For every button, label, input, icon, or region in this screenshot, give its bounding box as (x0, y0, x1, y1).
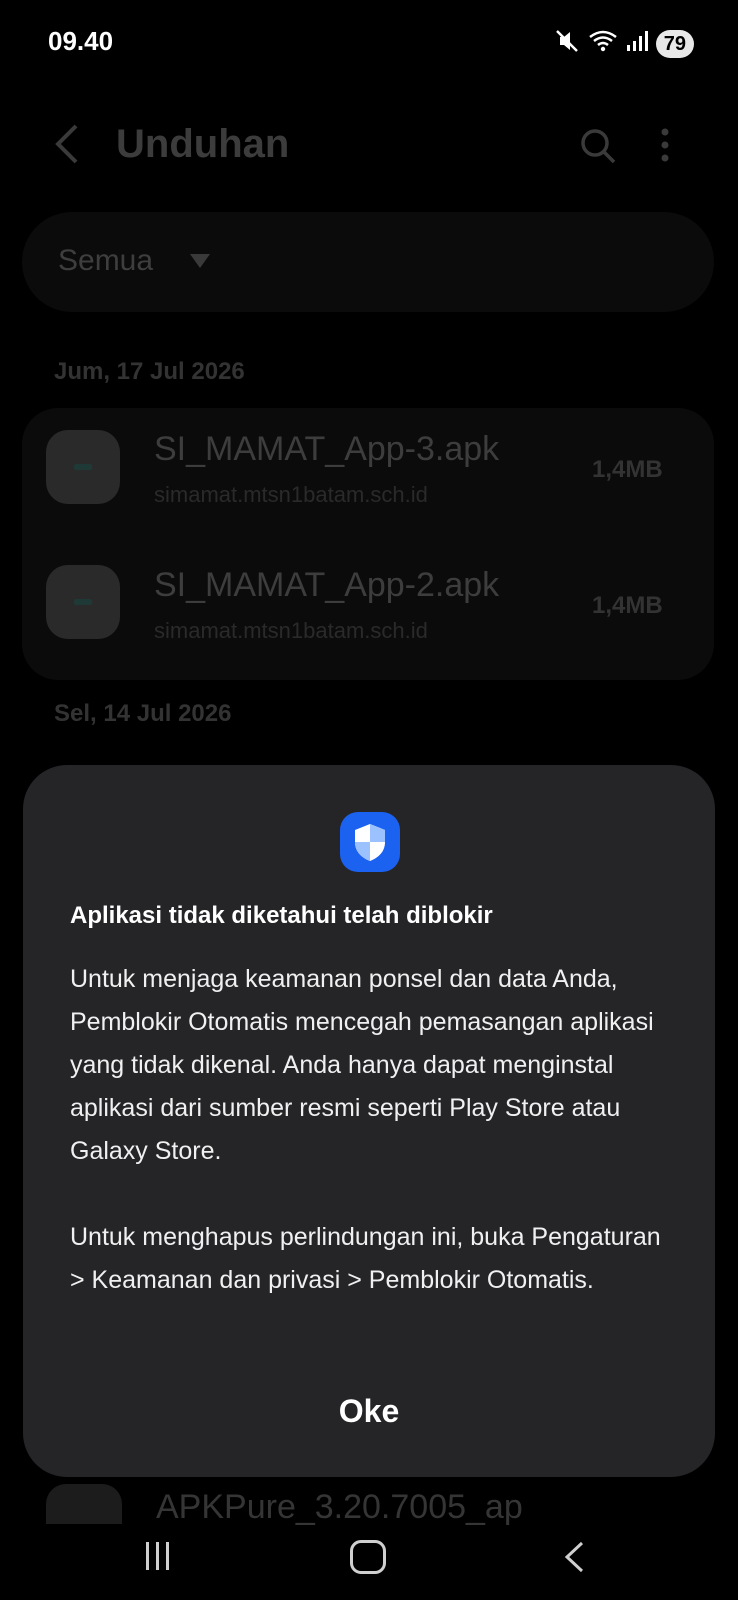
dialog-message: Untuk menjaga keamanan ponsel dan data A… (70, 965, 654, 1165)
dialog-title: Aplikasi tidak diketahui telah diblokir (70, 902, 493, 929)
apk-file-icon (46, 430, 120, 504)
signal-icon (626, 30, 648, 57)
file-size: 1,4MB (592, 456, 663, 483)
dialog-instructions: Untuk menghapus perlindungan ini, buka P… (70, 1223, 661, 1294)
file-size: 1,4MB (592, 592, 663, 619)
filter-label: Semua (58, 244, 154, 277)
file-source: simamat.mtsn1batam.sch.id (154, 618, 428, 643)
recents-icon (146, 1542, 149, 1570)
ok-button[interactable]: Oke (23, 1376, 715, 1446)
file-name[interactable]: APKPure_3.20.7005_ap (156, 1488, 523, 1527)
chevron-down-icon (190, 254, 210, 268)
section-date: Jum, 17 Jul 2026 (54, 358, 245, 385)
status-time: 09.40 (48, 26, 114, 56)
dialog-body: Untuk menjaga keamanan ponsel dan data A… (70, 958, 680, 1345)
mute-icon (554, 28, 580, 59)
status-icons: 79 (554, 28, 694, 59)
shield-icon (340, 812, 400, 872)
apk-file-icon (46, 1484, 122, 1524)
back-arrow-icon[interactable] (52, 122, 82, 171)
search-icon[interactable] (578, 126, 618, 171)
file-source: simamat.mtsn1batam.sch.id (154, 482, 428, 507)
back-button[interactable] (562, 1540, 586, 1579)
more-options-icon[interactable] (660, 128, 670, 167)
page-title: Unduhan (116, 122, 290, 166)
recents-button[interactable] (146, 1542, 174, 1570)
section-date: Sel, 14 Jul 2026 (54, 700, 232, 727)
battery-indicator: 79 (655, 29, 694, 58)
file-name[interactable]: SI_MAMAT_App-3.apk (154, 430, 499, 469)
home-button[interactable] (350, 1540, 386, 1574)
wifi-icon (588, 29, 618, 58)
file-name[interactable]: SI_MAMAT_App-2.apk (154, 566, 499, 605)
apk-file-icon (46, 565, 120, 639)
